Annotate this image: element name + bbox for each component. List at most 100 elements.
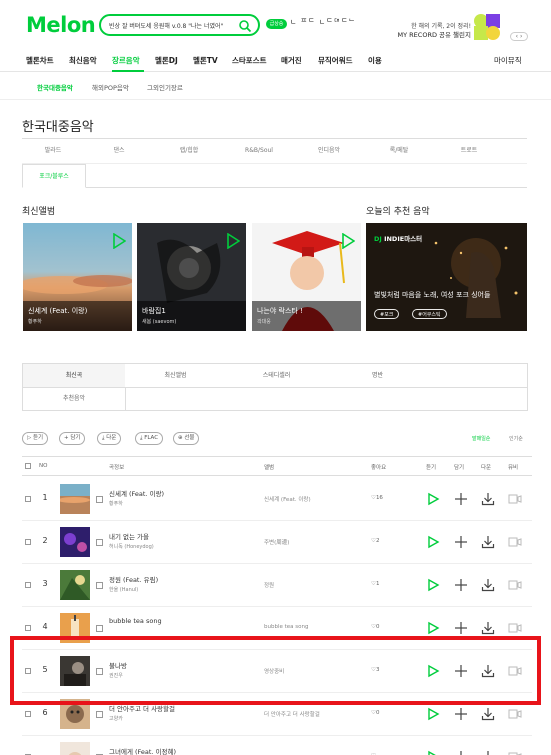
tab-latest-songs[interactable]: 최신곡 (23, 364, 125, 388)
song-title[interactable]: 그녀에게 (Feat. 이정혜) (109, 746, 176, 755)
play-icon[interactable] (426, 492, 440, 506)
promo-banner-text[interactable]: 한 해의 기록, 2이 정리! MY RECORD 공유 챌린지 (398, 22, 471, 40)
genre-folk[interactable]: 포크/블루스 (22, 164, 86, 188)
play-icon[interactable] (426, 707, 440, 721)
download-all-button[interactable]: ⤓ 다운 (97, 432, 122, 445)
select-all-checkbox[interactable] (25, 463, 31, 469)
download-icon[interactable] (481, 535, 495, 549)
music-video-icon[interactable] (508, 707, 522, 721)
album-name[interactable]: 신세계 (Feat. 이랑) (264, 495, 311, 503)
play-icon[interactable] (426, 621, 440, 635)
melon-logo[interactable]: Melon (26, 13, 96, 37)
subnav-other[interactable]: 그외인기장르 (147, 82, 183, 92)
music-video-icon[interactable] (508, 535, 522, 549)
trending-keyword[interactable]: ㄴ ᄑᄃ ㄴᄃᄃᄇᄃᄂ (290, 17, 356, 27)
album-card[interactable]: 바람집1 새봄 (saevom) (137, 223, 246, 331)
artist-name[interactable]: 황푸하 (109, 500, 123, 507)
search-icon[interactable] (238, 19, 252, 33)
add-icon[interactable] (454, 578, 468, 592)
like-button[interactable]: ♡0 (371, 624, 379, 630)
like-button[interactable]: ♡0 (371, 710, 379, 716)
play-icon[interactable] (426, 578, 440, 592)
song-info-icon[interactable] (96, 496, 103, 503)
row-checkbox[interactable] (25, 582, 31, 588)
genre-trot[interactable]: 트로트 (434, 139, 504, 163)
tab-steady-seller[interactable]: 스테디셀러 (226, 364, 327, 388)
nav-chart[interactable]: 멜론차트 (26, 55, 54, 66)
nav-more[interactable]: 이용 (368, 55, 382, 66)
subnav-korean[interactable]: 한국대중음악 (37, 82, 73, 92)
add-icon[interactable] (454, 621, 468, 635)
album-card[interactable]: 신세계 (Feat. 이랑) 황푸하 (23, 223, 132, 331)
add-icon[interactable] (454, 535, 468, 549)
nav-magazine[interactable]: 매거진 (281, 55, 302, 66)
like-button[interactable]: ♡1 (371, 581, 379, 587)
add-icon[interactable] (454, 707, 468, 721)
song-title[interactable]: 신세계 (Feat. 이랑) (109, 488, 164, 498)
subnav-pop[interactable]: 해외POP음악 (92, 82, 129, 92)
genre-rnb[interactable]: R&B/Soul (224, 139, 294, 163)
artist-name[interactable]: 허니독 (Honeydog) (109, 543, 154, 550)
row-checkbox[interactable] (25, 711, 31, 717)
search-box[interactable] (99, 14, 260, 36)
music-video-icon[interactable] (508, 578, 522, 592)
tab-recommend[interactable]: 추천음악 (23, 387, 125, 411)
add-icon[interactable] (454, 750, 468, 755)
like-button[interactable]: ♡2 (371, 538, 379, 544)
play-icon[interactable] (426, 535, 440, 549)
download-icon[interactable] (481, 578, 495, 592)
download-icon[interactable] (481, 621, 495, 635)
album-name[interactable]: 주변(周邊) (264, 538, 289, 546)
album-thumbnail[interactable] (60, 742, 90, 755)
album-thumbnail[interactable] (60, 570, 90, 600)
nav-tv[interactable]: 멜론TV (193, 55, 218, 66)
sort-popular[interactable]: 인기순 (509, 435, 523, 442)
song-title[interactable]: 정원 (Feat. 유림) (109, 574, 158, 584)
song-info-icon[interactable] (96, 711, 103, 718)
album-name[interactable]: 정원 (264, 581, 274, 589)
genre-dance[interactable]: 댄스 (84, 139, 154, 163)
album-name[interactable]: bubble tea song (264, 624, 309, 630)
artist-name[interactable]: 고양카 (109, 715, 123, 722)
my-record-logo-icon[interactable] (472, 12, 502, 42)
song-info-icon[interactable] (96, 582, 103, 589)
music-video-icon[interactable] (508, 492, 522, 506)
nav-genre[interactable]: 장르음악 (112, 55, 140, 66)
tag-acoustic[interactable]: #어쿠스틱 (412, 309, 447, 319)
add-all-button[interactable]: + 담기 (59, 432, 86, 445)
download-icon[interactable] (481, 750, 495, 755)
artist-name[interactable]: 한울 (Hanul) (109, 586, 138, 593)
nav-new-music[interactable]: 최신음악 (69, 55, 97, 66)
like-button[interactable]: ♡16 (371, 495, 383, 501)
song-info-icon[interactable] (96, 539, 103, 546)
genre-rock[interactable]: 록/메탈 (364, 139, 434, 163)
row-checkbox[interactable] (25, 539, 31, 545)
play-icon[interactable] (226, 233, 240, 249)
recommend-card[interactable]: DJ INDIE마스터 별빛처럼 마음을 노래, 여성 포크 싱어들 #포크 #… (366, 223, 527, 331)
album-thumbnail[interactable] (60, 484, 90, 514)
search-input[interactable] (109, 18, 237, 32)
play-icon[interactable] (112, 233, 126, 249)
song-title[interactable]: bubble tea song (109, 617, 162, 625)
play-all-button[interactable]: ▷ 듣기 (22, 432, 49, 445)
download-icon[interactable] (481, 492, 495, 506)
sort-release[interactable]: 발매일순 (472, 435, 490, 442)
nav-award[interactable]: 뮤직어워드 (318, 55, 353, 66)
flac-button[interactable]: ⤓ FLAC (135, 432, 164, 445)
download-icon[interactable] (481, 707, 495, 721)
album-card[interactable]: 나는야 락스타 ! 곽대웅 (252, 223, 361, 331)
nav-dj[interactable]: 멜론DJ (155, 55, 178, 66)
tab-latest-albums[interactable]: 최신앨범 (125, 364, 226, 388)
tag-folk[interactable]: #포크 (374, 309, 400, 319)
promo-nav-arrows[interactable]: ‹ › (510, 32, 528, 41)
play-icon[interactable] (341, 233, 355, 249)
row-checkbox[interactable] (25, 496, 31, 502)
song-title[interactable]: 내기 없는 가을 (109, 531, 149, 541)
music-video-icon[interactable] (508, 750, 522, 755)
gift-button[interactable]: ⊕ 선물 (173, 432, 200, 445)
nav-mymusic[interactable]: 마이뮤직 (494, 55, 522, 66)
album-thumbnail[interactable] (60, 527, 90, 557)
music-video-icon[interactable] (508, 621, 522, 635)
genre-ballad[interactable]: 발라드 (22, 139, 84, 163)
genre-hiphop[interactable]: 랩/힙합 (154, 139, 224, 163)
